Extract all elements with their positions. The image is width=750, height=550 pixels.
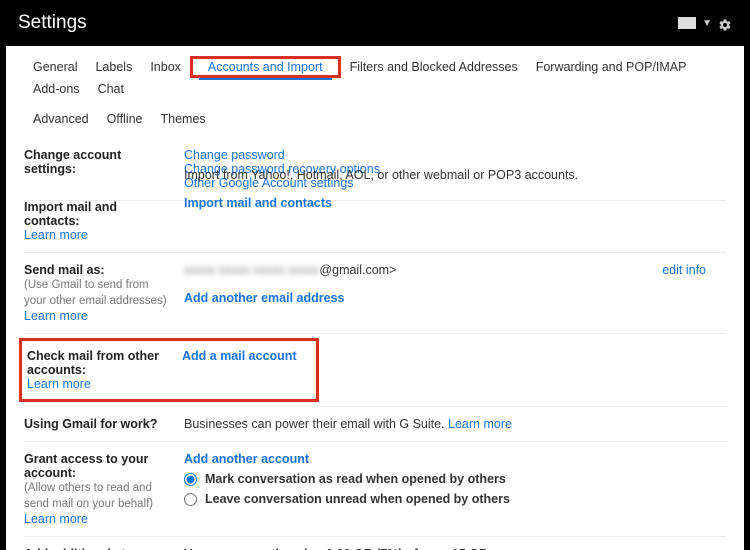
redacted-name: xxxxx xxxxx xxxxx xxxxx: [184, 263, 319, 277]
learn-more-sendas[interactable]: Learn more: [24, 309, 88, 323]
edit-info-link[interactable]: edit info: [662, 263, 706, 277]
tab-advanced[interactable]: Advanced: [24, 108, 98, 130]
tab-filters-and-blocked-addresses[interactable]: Filters and Blocked Addresses: [341, 56, 527, 78]
highlight-active-tab: Accounts and Import: [190, 56, 341, 78]
tab-accounts-and-import[interactable]: Accounts and Import: [199, 56, 332, 80]
tab-row-2: AdvancedOfflineThemes: [24, 108, 726, 130]
app-header: Settings ▼: [0, 0, 750, 46]
sub-send-as: (Use Gmail to send from your other email…: [24, 277, 174, 309]
tab-forwarding-and-pop-imap[interactable]: Forwarding and POP/IMAP: [527, 56, 696, 78]
section-storage: Add additional storage: You are currentl…: [24, 537, 726, 550]
section-send-as: Send mail as: (Use Gmail to send from yo…: [24, 253, 726, 334]
radio-mark-read[interactable]: [184, 473, 197, 486]
learn-more-grant[interactable]: Learn more: [24, 512, 88, 526]
tabs-container: GeneralLabelsInbox Accounts and Import Fil…: [6, 46, 744, 130]
learn-more-work[interactable]: Learn more: [448, 417, 512, 431]
tab-themes[interactable]: Themes: [152, 108, 215, 130]
header-actions: ▼: [678, 16, 732, 30]
tab-general[interactable]: General: [24, 56, 86, 78]
settings-body: Change account settings: Change password…: [6, 138, 744, 550]
learn-more-import[interactable]: Learn more: [24, 228, 88, 242]
label-change-account: Change account settings:: [24, 148, 174, 176]
learn-more-check[interactable]: Learn more: [27, 377, 91, 391]
label-import: Import mail and contacts:: [24, 200, 174, 228]
radio-leave-unread[interactable]: [184, 493, 197, 506]
add-account-action[interactable]: Add another account: [184, 452, 309, 466]
tab-chat[interactable]: Chat: [89, 78, 133, 100]
radio-leave-unread-label: Leave conversation unread when opened by…: [205, 492, 510, 506]
label-send-as: Send mail as:: [24, 263, 174, 277]
import-action[interactable]: Import mail and contacts: [184, 196, 332, 210]
import-desc: Import from Yahoo!, Hotmail, AOL, or oth…: [184, 168, 726, 182]
section-import: Import mail and contacts: Learn more Imp…: [24, 190, 726, 253]
primary-email: xxxxx xxxxx xxxxx xxxxx@gmail.com>: [184, 263, 396, 277]
label-grant: Grant access to your account:: [24, 452, 174, 480]
section-check-mail: Check mail from other accounts: Learn mo…: [24, 334, 726, 407]
page-title: Settings: [18, 12, 87, 34]
section-grant-access: Grant access to your account: (Allow oth…: [24, 442, 726, 537]
add-email-action[interactable]: Add another email address: [184, 291, 344, 305]
tab-row-1: GeneralLabelsInbox Accounts and Import Fil…: [24, 56, 726, 100]
tab-labels[interactable]: Labels: [86, 56, 141, 78]
tab-inbox[interactable]: Inbox: [141, 56, 190, 78]
label-work: Using Gmail for work?: [24, 417, 174, 431]
section-work: Using Gmail for work? Businesses can pow…: [24, 407, 726, 442]
tab-offline[interactable]: Offline: [98, 108, 152, 130]
input-tools-icon[interactable]: [678, 17, 696, 29]
work-desc: Businesses can power their email with G …: [184, 417, 448, 431]
settings-content: GeneralLabelsInbox Accounts and Import Fil…: [6, 46, 744, 550]
tab-add-ons[interactable]: Add-ons: [24, 78, 89, 100]
label-check-mail: Check mail from other accounts:: [27, 349, 172, 377]
caret-down-icon[interactable]: ▼: [702, 18, 712, 29]
add-mail-account-action[interactable]: Add a mail account: [182, 349, 297, 363]
highlight-check-mail: Check mail from other accounts: Learn mo…: [19, 338, 319, 402]
radio-mark-read-label: Mark conversation as read when opened by…: [205, 472, 506, 486]
gear-icon[interactable]: [718, 16, 732, 30]
sub-grant: (Allow others to read and send mail on y…: [24, 480, 174, 512]
link-change-password[interactable]: Change password: [184, 148, 285, 162]
